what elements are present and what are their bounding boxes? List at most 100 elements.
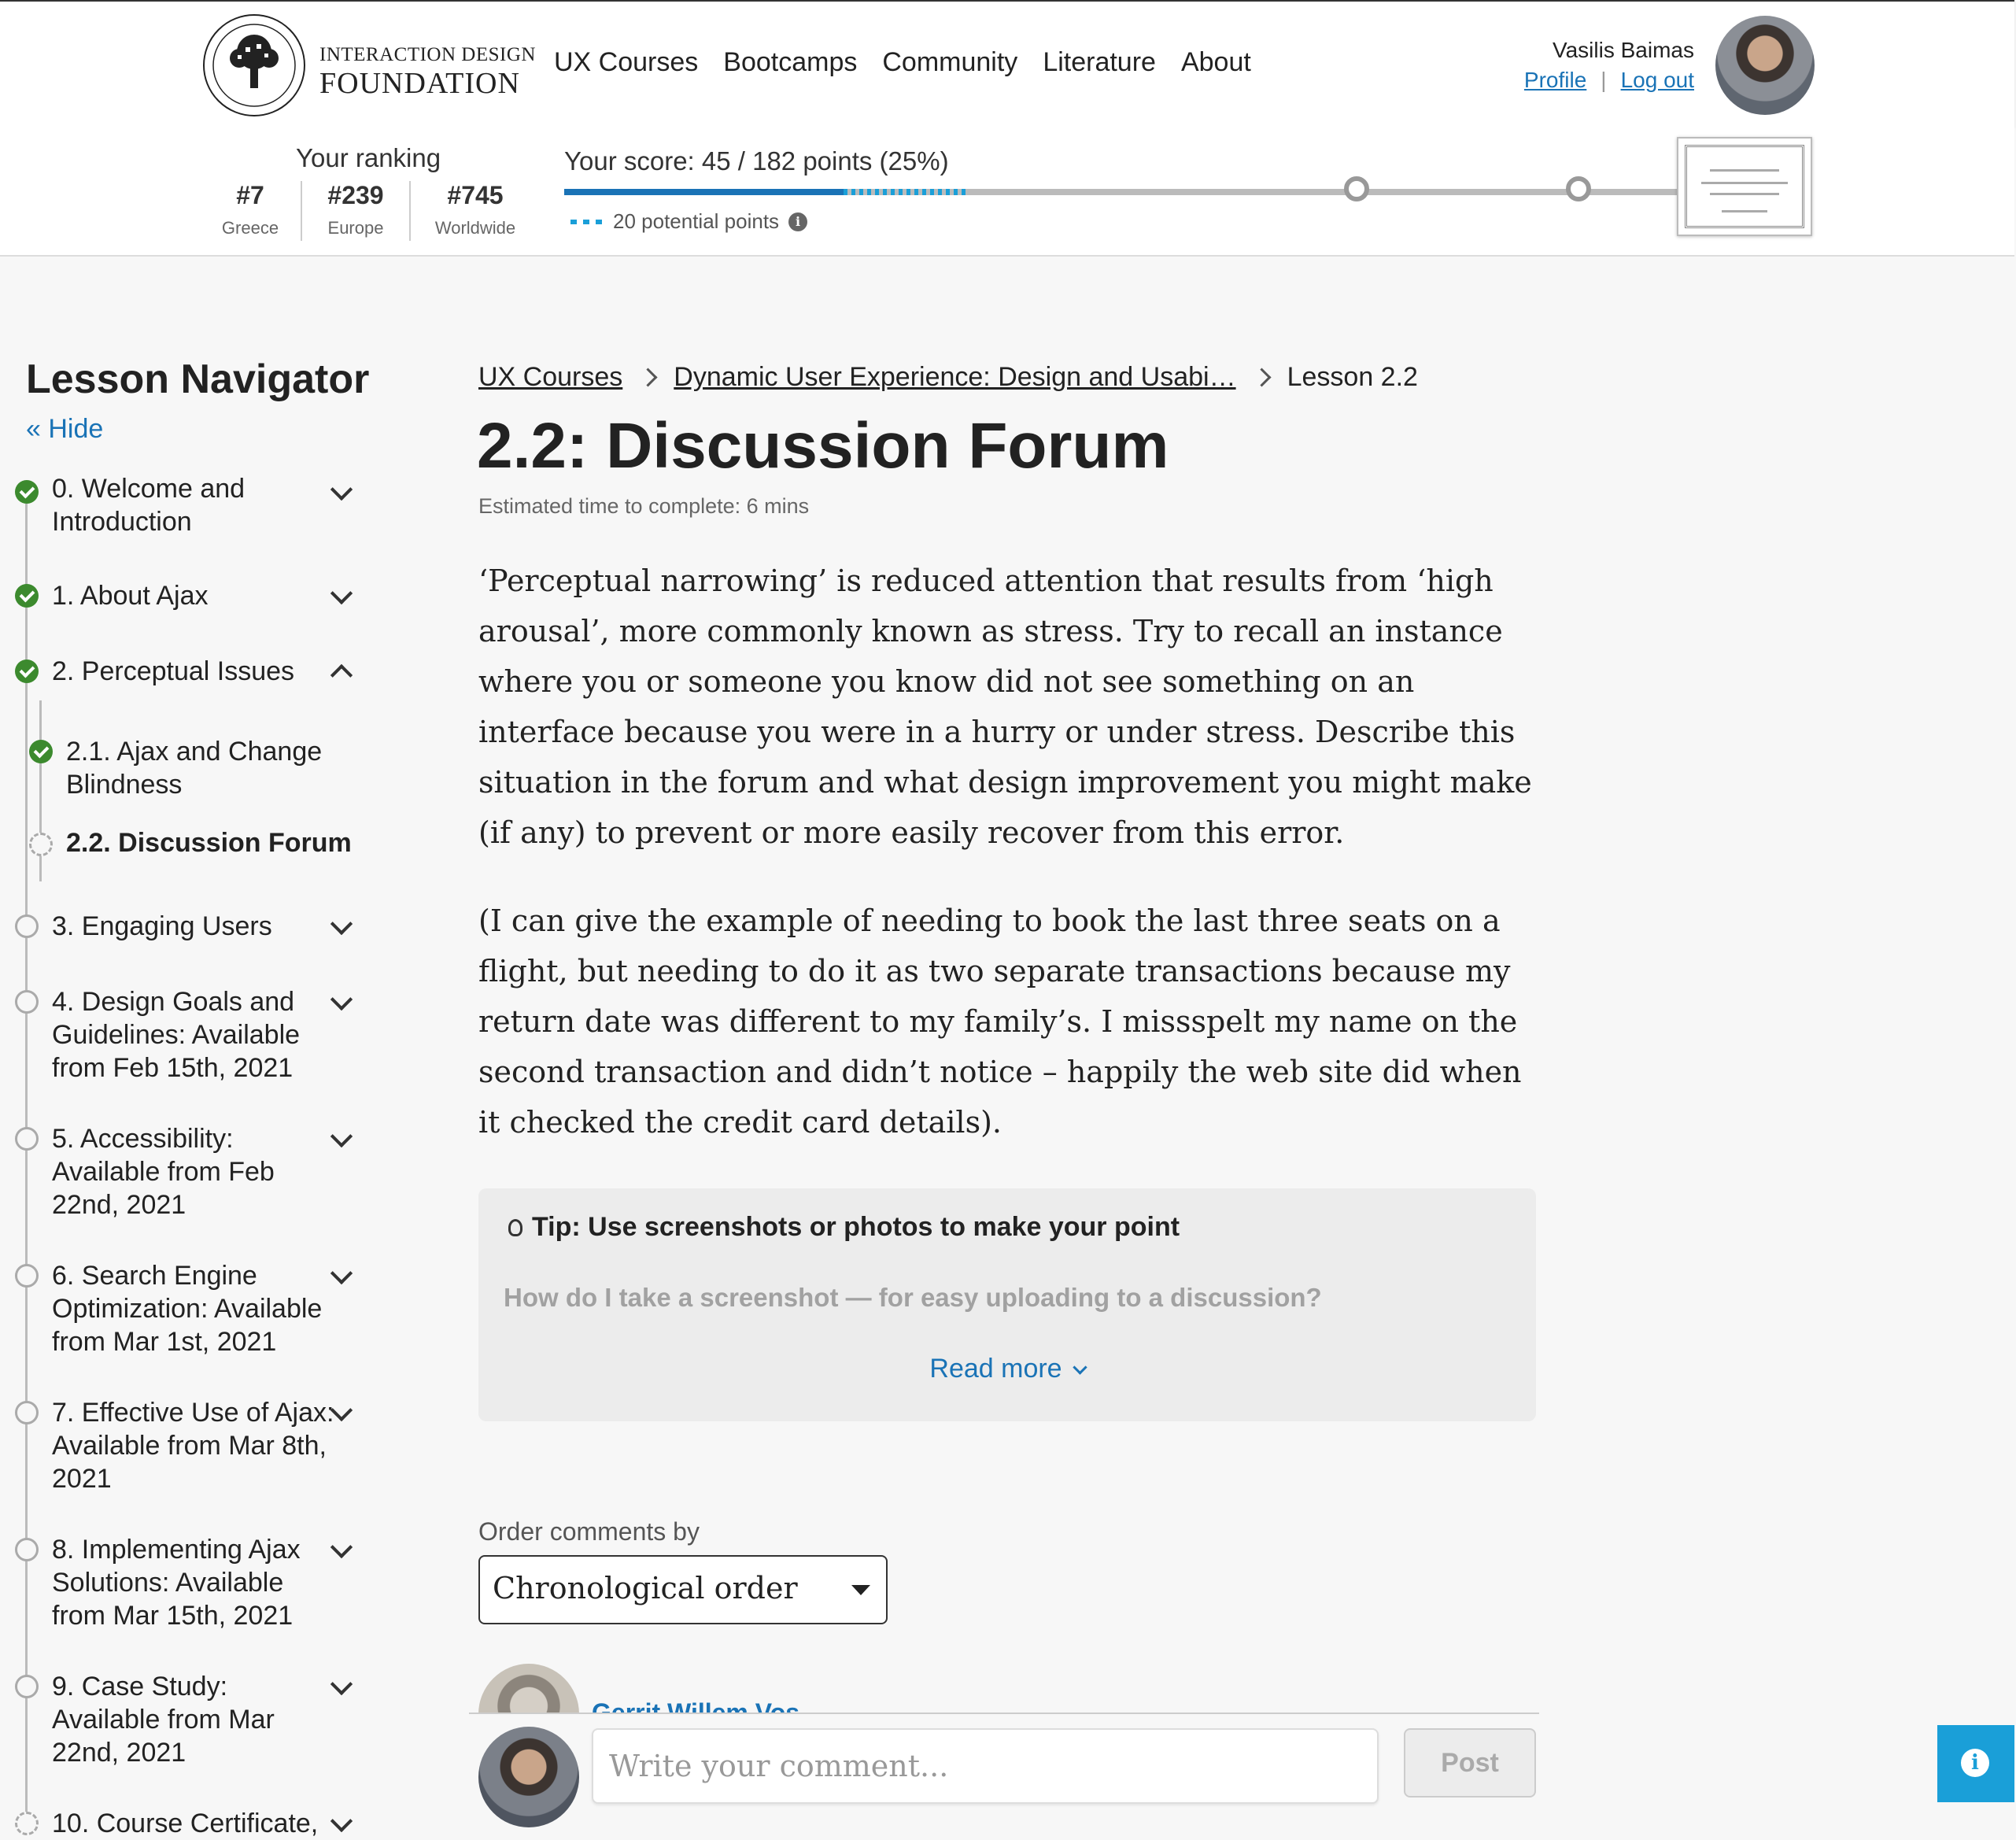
certificate-border [1685, 145, 1804, 228]
hide-label: Hide [48, 414, 104, 444]
tip-title: Tip: Use screenshots or photos to make y… [508, 1212, 1180, 1243]
nav-item-label: 2.1. Ajax and Change Blindness [66, 737, 323, 800]
rank-greece: #7 Greece [219, 181, 282, 238]
order-comments-select[interactable]: Chronological order [478, 1555, 888, 1624]
chevron-down-icon[interactable] [330, 1398, 353, 1424]
user-name: Vasilis Baimas [1553, 38, 1694, 62]
empty-circle-icon [15, 1812, 39, 1835]
check-icon [15, 660, 39, 683]
hide-navigator-link[interactable]: « Hide [26, 414, 103, 445]
nav-literature[interactable]: Literature [1043, 47, 1156, 78]
score-progress-track [564, 189, 1680, 195]
empty-circle-icon [15, 914, 39, 938]
logo-text-bottom: FOUNDATION [319, 67, 520, 100]
order-selected-value: Chronological order [493, 1571, 798, 1605]
info-icon: i [1961, 1749, 1989, 1777]
rank-europe: #239 Europe [316, 181, 395, 238]
chevron-down-icon[interactable] [330, 1262, 353, 1287]
page-title: 2.2: Discussion Forum [477, 410, 1169, 482]
read-more-label: Read more [929, 1354, 1062, 1384]
certificate-line [1710, 193, 1779, 195]
nav-item-label: 1. About Ajax [52, 581, 209, 611]
nav-item-label: 4. Design Goals and Guidelines: Availabl… [52, 987, 301, 1083]
idf-logo[interactable]: INTERACTION DESIGN FOUNDATION [201, 13, 535, 118]
chevron-down-icon [1072, 1360, 1087, 1375]
chevron-down-icon[interactable] [330, 1672, 353, 1698]
nav-item-label: 8. Implementing Ajax Solutions: Availabl… [52, 1535, 301, 1631]
nav-item-label: 0. Welcome and Introduction [52, 474, 246, 537]
info-fab-button[interactable]: i [1937, 1725, 2014, 1802]
info-icon[interactable]: i [788, 212, 808, 231]
nav-item-label: 2. Perceptual Issues [52, 656, 295, 686]
empty-circle-icon [15, 990, 39, 1014]
rank-value: #7 [236, 181, 264, 209]
lesson-navigator-title: Lesson Navigator [26, 357, 370, 402]
lesson-paragraph: (I can give the example of needing to bo… [478, 903, 1522, 1140]
potential-points-label: 20 potential points [613, 209, 780, 233]
chevron-down-icon[interactable] [330, 1535, 353, 1561]
tip-subtitle: How do I take a screenshot — for easy up… [504, 1283, 1322, 1312]
navigator-rail [25, 504, 28, 1835]
nav-bootcamps[interactable]: Bootcamps [723, 47, 857, 78]
chevron-up-icon[interactable] [330, 663, 353, 689]
profile-link[interactable]: Profile [1524, 68, 1586, 93]
current-step-icon [29, 833, 53, 856]
milestone-marker [1344, 176, 1369, 201]
potential-points-fill [843, 189, 966, 195]
order-comments-label: Order comments by [478, 1517, 700, 1546]
nav-item-label: 2.2. Discussion Forum [66, 828, 352, 858]
dashed-line-icon [570, 219, 604, 224]
ranking-title: Your ranking [296, 143, 441, 172]
breadcrumb-course[interactable]: Dynamic User Experience: Design and Usab… [674, 362, 1235, 393]
nav-item-label: 9. Case Study: Available from Mar 22nd, … [52, 1672, 275, 1768]
certificate-line [1721, 210, 1768, 212]
empty-circle-icon [15, 1264, 39, 1288]
lightbulb-icon [508, 1218, 522, 1236]
chevron-down-icon[interactable] [330, 582, 353, 607]
rank-worldwide: #745 Worldwide [428, 181, 522, 238]
rank-value: #239 [327, 181, 384, 209]
check-icon [29, 740, 53, 763]
comment-input[interactable] [592, 1728, 1379, 1804]
user-avatar[interactable] [1715, 16, 1815, 115]
rank-value: #745 [447, 181, 504, 209]
double-chevron-left-icon: « [26, 414, 41, 444]
current-user-avatar [478, 1727, 579, 1827]
estimated-time: Estimated time to complete: 6 mins [478, 494, 810, 518]
chevron-down-icon[interactable] [330, 988, 353, 1013]
breadcrumb-current: Lesson 2.2 [1287, 362, 1418, 392]
breadcrumb: UX Courses Dynamic User Experience: Desi… [478, 362, 1418, 393]
nav-item-label: 7. Effective Use of Ajax: Available from… [52, 1398, 334, 1494]
chevron-down-icon[interactable] [330, 912, 353, 937]
nav-community[interactable]: Community [882, 47, 1017, 78]
potential-points-legend: 20 potential points i [570, 209, 808, 234]
breadcrumb-ux-courses[interactable]: UX Courses [478, 362, 622, 393]
logout-link[interactable]: Log out [1621, 68, 1694, 93]
nav-ux-courses[interactable]: UX Courses [554, 47, 698, 78]
certificate-thumbnail[interactable] [1677, 137, 1812, 236]
chevron-right-icon [638, 368, 658, 387]
empty-circle-icon [15, 1127, 39, 1151]
tip-title-text: Tip: Use screenshots or photos to make y… [532, 1212, 1180, 1242]
check-icon [15, 480, 39, 504]
main-nav: UX Courses Bootcamps Community Literatur… [554, 47, 1251, 78]
empty-circle-icon [15, 1538, 39, 1561]
chevron-down-icon[interactable] [330, 478, 353, 503]
nav-item-label: 3. Engaging Users [52, 911, 272, 941]
empty-circle-icon [15, 1675, 39, 1698]
read-more-link[interactable]: Read more [478, 1354, 1536, 1384]
empty-circle-icon [15, 1401, 39, 1424]
user-links: Profile | Log out [1524, 68, 1694, 93]
score-text: Your score: 45 / 182 points (25%) [564, 146, 949, 176]
rank-label: Greece [221, 218, 279, 238]
caret-down-icon [851, 1585, 870, 1595]
nav-item-label: 6. Search Engine Optimization: Available… [52, 1261, 323, 1357]
score-progress-fill [564, 189, 844, 195]
score-bar: Your ranking #7 Greece #239 Europe #745 … [0, 127, 2014, 257]
chevron-down-icon[interactable] [330, 1125, 353, 1150]
nav-about[interactable]: About [1181, 47, 1251, 78]
comment-composer: Post [469, 1713, 1539, 1837]
post-button[interactable]: Post [1404, 1728, 1536, 1798]
chevron-right-icon [1252, 368, 1272, 387]
chevron-down-icon[interactable] [330, 1809, 353, 1834]
